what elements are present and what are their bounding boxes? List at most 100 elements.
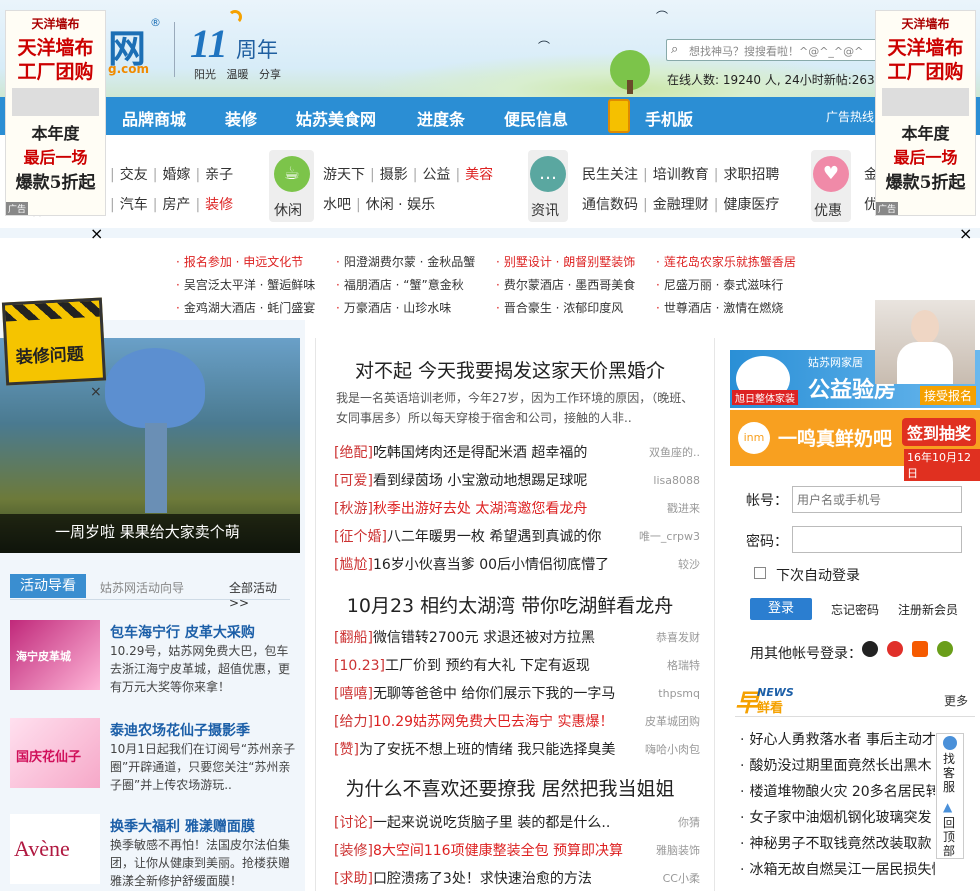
- news-tag[interactable]: [可爱]: [334, 473, 373, 489]
- cat-water-bar[interactable]: 水吧: [323, 197, 351, 213]
- news-tag[interactable]: [绝配]: [334, 445, 373, 461]
- news-author[interactable]: 较沙: [678, 551, 700, 579]
- news-tag[interactable]: [求助]: [334, 871, 373, 887]
- news-title[interactable]: 无聊等爸爸中 给你们展示下我的一字马: [373, 686, 615, 702]
- news-title[interactable]: 8大空间116项健康整装全包 预算即决算: [373, 843, 623, 859]
- bride-photo[interactable]: [875, 300, 975, 384]
- news-author[interactable]: 戳进来: [667, 495, 700, 523]
- news-item[interactable]: [给力]10.29姑苏网免费大巴去海宁 实惠爆！ 皮革城团购: [334, 708, 700, 736]
- news-author[interactable]: 嗨哈小肉包: [645, 736, 700, 764]
- promo-link[interactable]: 报名参加 · 申远文化节: [184, 255, 303, 269]
- activity-item[interactable]: Avène 换季大福利 雅漾赠面膜 换季敏感不再怕！法国皮尔法伯集团，让你从健康…: [10, 814, 295, 888]
- news-tag[interactable]: [讨论]: [334, 815, 373, 831]
- news-author[interactable]: lisa8088: [653, 467, 700, 495]
- headline-3[interactable]: 为什么不喜欢还要撩我 居然把我当姐姐: [318, 774, 702, 801]
- news-title[interactable]: 工厂价到 预约有大礼 下定有返现: [385, 658, 590, 674]
- news-title[interactable]: 秋季出游好去处 太湖湾邀您看龙舟: [373, 501, 587, 517]
- nav-mobile[interactable]: 手机版: [645, 106, 693, 130]
- news-title[interactable]: 看到绿茵场 小宝激动地想踢足球呢: [373, 473, 587, 489]
- cat-parenting[interactable]: 亲子: [205, 167, 233, 183]
- news-tag[interactable]: [给力]: [334, 714, 373, 730]
- news-author[interactable]: 你猜: [678, 809, 700, 837]
- headline-2[interactable]: 10月23 相约太湖湾 带你吃湖鲜看龙舟: [318, 591, 702, 618]
- promo-link[interactable]: 尼盛万丽 · 泰式滋味行: [664, 278, 783, 292]
- search-icon[interactable]: ⌕: [671, 42, 678, 57]
- news-author[interactable]: 皮革城团购: [645, 708, 700, 736]
- news-author[interactable]: thpsmq: [658, 680, 700, 708]
- news-item[interactable]: [求助]口腔溃疡了3处！求快速治愈的方法 CC小柔: [334, 865, 700, 893]
- promo-link[interactable]: 阳澄湖费尔蒙 · 金秋品蟹: [344, 255, 475, 269]
- promo-link[interactable]: 福朋酒店 · “蟹”意金秋: [344, 278, 464, 292]
- auto-login-checkbox[interactable]: [754, 567, 766, 579]
- cat-digital[interactable]: 通信数码: [582, 197, 638, 213]
- back-to-top-button[interactable]: 回顶部: [943, 816, 957, 858]
- search-box[interactable]: ⌕ 想找神马？搜搜看啦！^@^_^@^: [666, 39, 880, 61]
- other-site-icon[interactable]: [937, 641, 953, 657]
- cat-dating[interactable]: 交友: [120, 167, 148, 183]
- news-tag[interactable]: [嘻嘻]: [334, 686, 373, 702]
- more-link[interactable]: 更多: [944, 692, 968, 709]
- news-title[interactable]: 一起来说说吃货脑子里 装的都是什么..: [373, 815, 610, 831]
- login-button[interactable]: 登录: [750, 598, 812, 620]
- cat-charity[interactable]: 公益: [422, 167, 450, 183]
- news-author[interactable]: 唯一_crpw3: [639, 523, 700, 551]
- news-author[interactable]: 雅脑装饰: [656, 837, 700, 865]
- news-tag[interactable]: [秋游]: [334, 501, 373, 517]
- cat-leisure-ent[interactable]: 休闲 · 娱乐: [366, 197, 435, 213]
- nav-progress[interactable]: 进度条: [417, 106, 465, 130]
- promo-link[interactable]: 别墅设计 · 朗督别墅装饰: [504, 255, 635, 269]
- news-tag[interactable]: [赞]: [334, 742, 359, 758]
- cat-housing[interactable]: 房产: [162, 197, 190, 213]
- news-author[interactable]: CC小柔: [663, 865, 700, 893]
- news-author[interactable]: 恭喜发财: [656, 624, 700, 652]
- nav-brand-mall[interactable]: 品牌商城: [122, 106, 186, 130]
- cat-photo[interactable]: 摄影: [380, 167, 408, 183]
- news-item[interactable]: [讨论]一起来说说吃货脑子里 装的都是什么.. 你猜: [334, 809, 700, 837]
- news-item[interactable]: [装修]8大空间116项健康整装全包 预算即决算 雅脑装饰: [334, 837, 700, 865]
- news-item[interactable]: [秋游]秋季出游好去处 太湖湾邀您看龙舟 戳进来: [334, 495, 700, 523]
- left-float-ad[interactable]: 天洋墙布 天洋墙布工厂团购 本年度 最后一场 爆款5折起 广告: [5, 10, 106, 216]
- news-author[interactable]: 格瑞特: [667, 652, 700, 680]
- all-activities-link[interactable]: 全部活动>>: [229, 579, 290, 610]
- news-title[interactable]: 八二年暖男一枚 希望遇到真诚的你: [387, 529, 601, 545]
- promo-link[interactable]: 世尊酒店 · 激情在燃烧: [664, 301, 783, 315]
- activity-title[interactable]: 换季大福利 雅漾赠面膜: [110, 816, 255, 836]
- qq-icon[interactable]: [862, 641, 878, 657]
- nav-food[interactable]: 姑苏美食网: [296, 106, 376, 130]
- news-item[interactable]: [翻船]微信错转2700元 求退还被对方拉黑 恭喜发财: [334, 624, 700, 652]
- deals-tile[interactable]: ♥ 优惠: [811, 150, 851, 222]
- news-tile[interactable]: … 资讯: [528, 150, 568, 222]
- activity-tab[interactable]: 活动导看: [10, 574, 86, 598]
- promo-link[interactable]: 莲花岛农家乐就拣蟹香居: [664, 255, 796, 269]
- auto-login-label[interactable]: 下次自动登录: [776, 565, 860, 585]
- cat-education[interactable]: 培训教育: [653, 167, 709, 183]
- news-item[interactable]: [赞]为了安抚不想上班的情绪 我只能选择臭美 嗨哈小肉包: [334, 736, 700, 764]
- password-input[interactable]: [792, 526, 962, 553]
- close-sign-icon[interactable]: ×: [90, 384, 102, 400]
- morning-news-item[interactable]: 楼道堆物酿火灾 20多名居民转: [740, 781, 935, 801]
- ad-cta[interactable]: 接受报名: [920, 386, 977, 405]
- right-float-ad[interactable]: 天洋墙布 天洋墙布工厂团购 本年度 最后一场 爆款5折起 广告: [875, 10, 976, 216]
- cat-livelihood[interactable]: 民生关注: [582, 167, 638, 183]
- nav-convenience[interactable]: 便民信息: [504, 106, 568, 130]
- promo-link[interactable]: 费尔蒙酒店 · 墨西哥美食: [504, 278, 635, 292]
- activity-item[interactable]: 海宁皮革城 包车海宁行 皮革大采购 10.29号，姑苏网免费大巴，包车去浙江海宁…: [10, 620, 295, 694]
- news-item[interactable]: [征个婚]八二年暖男一枚 希望遇到真诚的你 唯一_crpw3: [334, 523, 700, 551]
- news-item[interactable]: [绝配]吃韩国烤肉还是得配米酒 超幸福的 双鱼座的..: [334, 439, 700, 467]
- checkin-button[interactable]: 签到抽奖: [902, 418, 977, 446]
- activity-title[interactable]: 泰迪农场花仙子摄影季: [110, 720, 250, 740]
- promo-link[interactable]: 吴宫泛太平洋 · 蟹逅鲜味: [184, 278, 315, 292]
- news-tag[interactable]: [征个婚]: [334, 529, 387, 545]
- feature-caption[interactable]: 一周岁啦 果果给大家卖个萌: [55, 521, 240, 542]
- news-title[interactable]: 为了安抚不想上班的情绪 我只能选择臭美: [359, 742, 615, 758]
- news-title[interactable]: 16岁小伙喜当爹 00后小情侣彻底懵了: [373, 557, 609, 573]
- leisure-tile[interactable]: ☕ 休闲: [269, 150, 314, 222]
- cat-wedding[interactable]: 婚嫁: [162, 167, 190, 183]
- search-input[interactable]: 想找神马？搜搜看啦！^@^_^@^: [689, 43, 863, 59]
- headline-1[interactable]: 对不起 今天我要揭发这家天价黑婚介: [318, 356, 702, 383]
- promo-link[interactable]: 晋合豪生 · 浓郁印度风: [504, 301, 623, 315]
- morning-news-item[interactable]: 冰箱无故自燃吴江一居民损失惨重: [740, 859, 935, 879]
- news-item[interactable]: [尴尬]16岁小伙喜当爹 00后小情侣彻底懵了 较沙: [334, 551, 700, 579]
- news-title[interactable]: 微信错转2700元 求退还被对方拉黑: [373, 630, 595, 646]
- cat-cars[interactable]: 汽车: [120, 197, 148, 213]
